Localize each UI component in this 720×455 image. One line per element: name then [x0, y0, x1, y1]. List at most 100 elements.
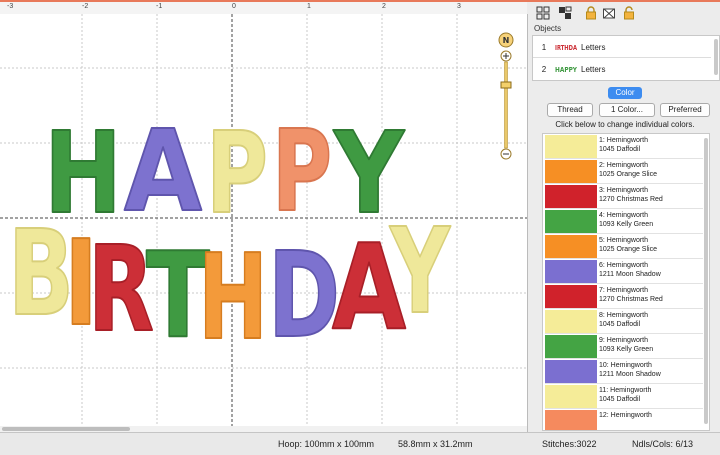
color-list-scrollbar[interactable] — [704, 138, 708, 424]
thread-line1: 2: Hemingworth — [599, 162, 649, 169]
thread-label: 2: Hemingworth 1025 Orange Slice — [599, 161, 657, 179]
thread-line2: 1045 Daffodil — [599, 321, 641, 328]
ruler-label: 3 — [457, 3, 461, 10]
design-canvas[interactable]: H A P P Y B I R T H D A Y N — [0, 14, 528, 432]
divider — [533, 57, 711, 58]
svg-text:IRTHDA: IRTHDA — [555, 44, 577, 52]
hoop-size: Hoop: 100mm x 100mm — [278, 439, 375, 449]
color-swatch[interactable] — [545, 310, 597, 333]
color-swatch[interactable] — [545, 335, 597, 358]
ruler-label: -3 — [7, 3, 14, 10]
color-swatch[interactable] — [545, 235, 597, 258]
color-swatch[interactable] — [545, 260, 597, 283]
object-row[interactable]: 2 HAPPY Letters — [533, 59, 711, 79]
thread-line2: 1093 Kelly Green — [599, 346, 654, 353]
color-row[interactable]: 11: Hemingworth 1045 Daffodil — [545, 384, 703, 409]
letter-y2: Y — [389, 202, 451, 340]
thread-label: 12: Hemingworth — [599, 411, 652, 420]
color-swatch[interactable] — [545, 210, 597, 233]
color-row[interactable]: 10: Hemingworth 1211 Moon Shadow — [545, 359, 703, 384]
thread-button[interactable]: Thread — [547, 103, 593, 117]
right-panel: Objects 1 IRTHDA Letters 2 HAPPY Letters… — [530, 2, 720, 432]
thread-label: 6: Hemingworth 1211 Moon Shadow — [599, 261, 661, 279]
color-row[interactable]: 8: Hemingworth 1045 Daffodil — [545, 309, 703, 334]
one-color-button[interactable]: 1 Color... — [599, 103, 655, 117]
color-row[interactable]: 9: Hemingworth 1093 Kelly Green — [545, 334, 703, 359]
thread-label: 7: Hemingworth 1270 Christmas Red — [599, 286, 663, 304]
hide-icon[interactable] — [602, 6, 616, 20]
tab-color[interactable]: Color — [608, 87, 642, 99]
color-row[interactable]: 7: Hemingworth 1270 Christmas Red — [545, 284, 703, 309]
compass-zoom-icon: N — [498, 32, 514, 48]
object-toolbar — [530, 4, 720, 24]
select-tool-icon[interactable] — [536, 6, 550, 20]
svg-text:N: N — [503, 36, 510, 45]
letter-a1: A — [124, 107, 202, 237]
color-row[interactable]: 4: Hemingworth 1093 Kelly Green — [545, 209, 703, 234]
letter-h2: H — [198, 228, 268, 366]
design-size: 58.8mm x 31.2mm — [398, 439, 473, 449]
object-row[interactable]: 1 IRTHDA Letters — [533, 37, 711, 57]
color-swatch[interactable] — [545, 410, 597, 430]
letter-r: R — [88, 220, 154, 358]
color-swatch[interactable] — [545, 285, 597, 308]
color-swatch[interactable] — [545, 185, 597, 208]
status-bar: Hoop: 100mm x 100mm 58.8mm x 31.2mm Stit… — [0, 432, 720, 455]
ungroup-icon[interactable] — [558, 6, 572, 20]
color-row[interactable]: 2: Hemingworth 1025 Orange Slice — [545, 159, 703, 184]
thread-line1: 10: Hemingworth — [599, 362, 652, 369]
embroidery-design[interactable]: H A P P Y B I R T H D A Y — [0, 14, 527, 432]
thread-line2: 1025 Orange Slice — [599, 246, 657, 253]
objects-title: Objects — [534, 24, 562, 33]
color-list: 1: Hemingworth 1045 Daffodil 2: Hemingwort… — [542, 133, 710, 431]
color-swatch[interactable] — [545, 385, 597, 408]
objects-list: 1 IRTHDA Letters 2 HAPPY Letters — [532, 35, 720, 81]
thread-line2: 1045 Daffodil — [599, 396, 641, 403]
thread-line1: 11: Hemingworth — [599, 387, 652, 394]
thread-label: 5: Hemingworth 1025 Orange Slice — [599, 236, 657, 254]
color-swatch[interactable] — [545, 135, 597, 158]
ruler-label: -2 — [82, 3, 89, 10]
thread-line1: 4: Hemingworth — [599, 212, 649, 219]
thread-line1: 12: Hemingworth — [599, 412, 652, 419]
thread-line1: 7: Hemingworth — [599, 287, 649, 294]
lock-icon[interactable] — [584, 6, 598, 20]
thread-line2: 1045 Daffodil — [599, 146, 641, 153]
color-row[interactable]: 1: Hemingworth 1045 Daffodil — [545, 134, 703, 159]
object-number: 1 — [541, 42, 547, 52]
thread-line1: 6: Hemingworth — [599, 262, 649, 269]
objects-scrollbar[interactable] — [714, 39, 718, 75]
zoom-out-icon — [500, 148, 512, 160]
thread-line2: 1211 Moon Shadow — [599, 371, 661, 378]
color-row[interactable]: 6: Hemingworth 1211 Moon Shadow — [545, 259, 703, 284]
stitch-count: Stitches:3022 — [542, 439, 597, 449]
color-row[interactable]: 12: Hemingworth — [545, 409, 703, 430]
thread-line1: 3: Hemingworth — [599, 187, 649, 194]
ruler-label: 0 — [232, 3, 236, 10]
letter-p1: P — [206, 109, 268, 239]
letter-d: D — [268, 226, 340, 364]
object-number: 2 — [541, 64, 547, 74]
object-thumbnail: HAPPY — [555, 66, 577, 74]
zoom-thumb — [500, 81, 512, 89]
thread-label: 9: Hemingworth 1093 Kelly Green — [599, 336, 653, 354]
preferred-button[interactable]: Preferred — [660, 103, 710, 117]
color-swatch[interactable] — [545, 160, 597, 183]
color-row[interactable]: 3: Hemingworth 1270 Christmas Red — [545, 184, 703, 209]
ruler-label: 1 — [307, 3, 311, 10]
unlock-icon[interactable] — [622, 6, 636, 20]
thread-line1: 9: Hemingworth — [599, 337, 649, 344]
color-swatch[interactable] — [545, 360, 597, 383]
color-row[interactable]: 5: Hemingworth 1025 Orange Slice — [545, 234, 703, 259]
thread-line2: 1211 Moon Shadow — [599, 271, 661, 278]
color-hint: Click below to change individual colors. — [555, 120, 695, 129]
thread-label: 3: Hemingworth 1270 Christmas Red — [599, 186, 663, 204]
zoom-track — [504, 61, 508, 149]
object-label: Letters — [581, 42, 606, 52]
object-label: Letters — [581, 64, 606, 74]
zoom-slider[interactable]: N — [496, 32, 516, 162]
thread-label: 1: Hemingworth 1045 Daffodil — [599, 136, 648, 154]
thread-label: 11: Hemingworth 1045 Daffodil — [599, 386, 651, 404]
thread-line1: 5: Hemingworth — [599, 237, 649, 244]
thread-line2: 1270 Christmas Red — [599, 196, 663, 203]
